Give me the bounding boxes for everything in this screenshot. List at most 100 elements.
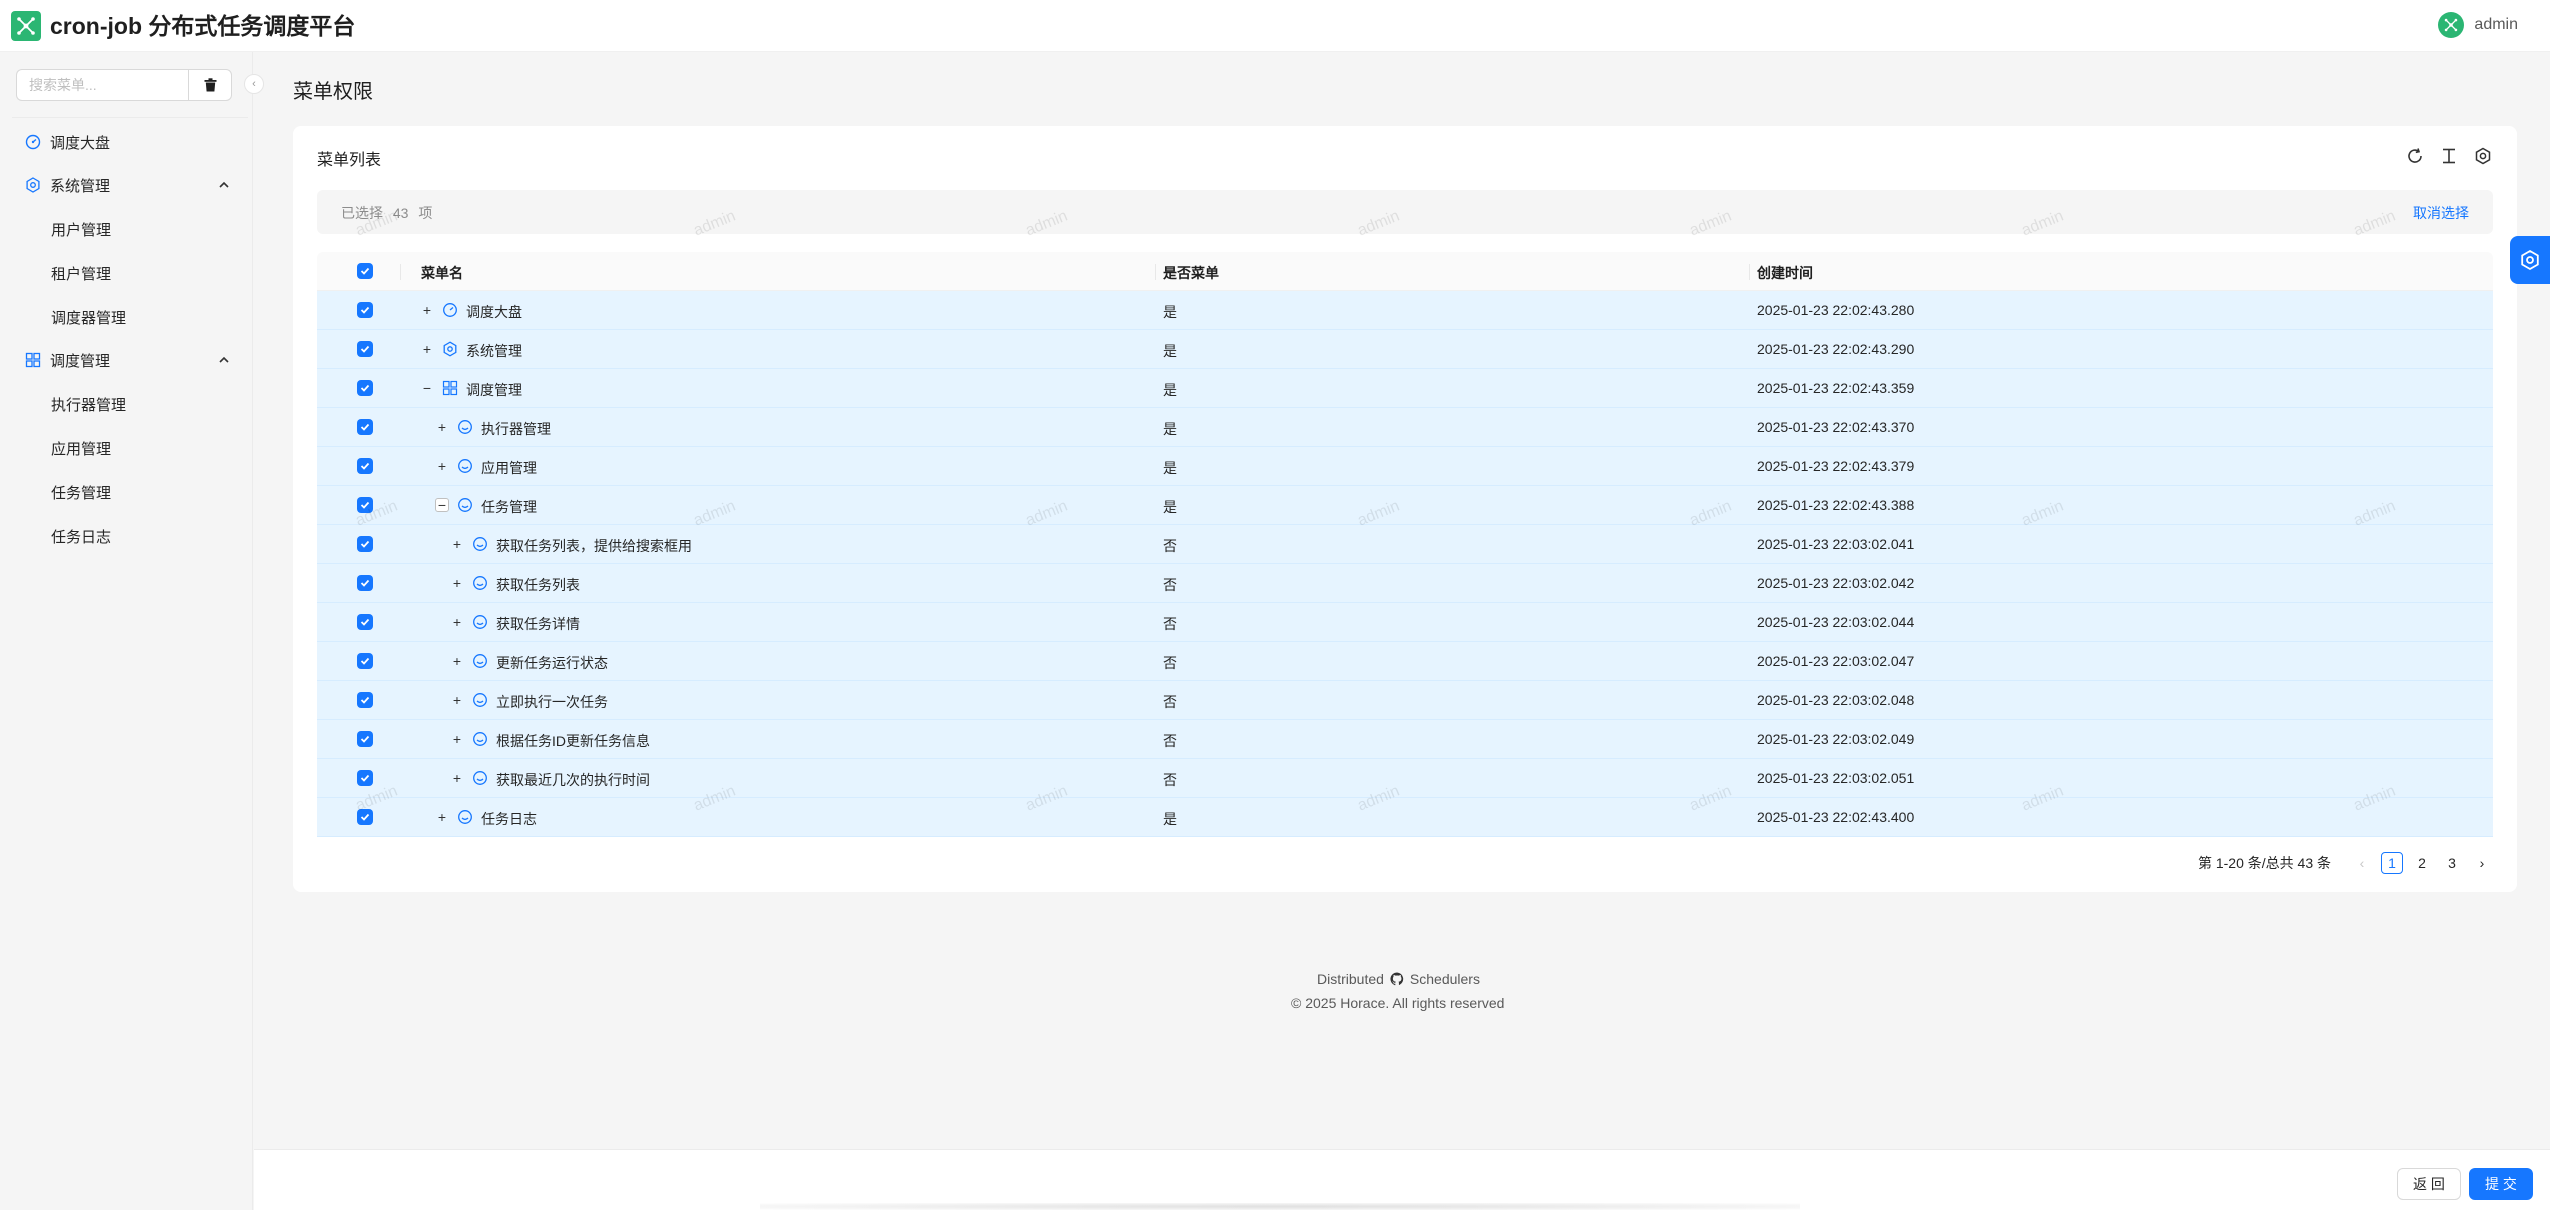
sidebar-item-executors[interactable]: 执行器管理 (10, 386, 242, 422)
column-separator (1749, 264, 1750, 280)
row-expand-button[interactable]: + (450, 537, 464, 551)
logo-icon (17, 17, 35, 35)
row-is-menu: 是 (1163, 811, 1177, 827)
sidebar-item-label: 任务管理 (51, 484, 112, 502)
table-row[interactable]: − 调度管理 是 2025-01-23 22:02:43.359 (317, 369, 2493, 408)
row-expand-button[interactable]: + (435, 459, 449, 473)
row-expand-button[interactable]: + (450, 693, 464, 707)
row-checkbox[interactable] (357, 302, 373, 318)
table-row[interactable]: + 任务日志 是 2025-01-23 22:02:43.400 (317, 798, 2493, 837)
sidebar-item-label: 执行器管理 (51, 396, 127, 414)
row-created-time: 2025-01-23 22:02:43.388 (1757, 497, 1915, 513)
back-button[interactable]: 返 回 (2397, 1168, 2461, 1200)
table-row[interactable]: + 执行器管理 是 2025-01-23 22:02:43.370 (317, 408, 2493, 447)
sidebar-item-schedulers[interactable]: 调度器管理 (10, 299, 242, 335)
row-checkbox[interactable] (357, 341, 373, 357)
row-expand-button[interactable]: + (450, 771, 464, 785)
row-checkbox[interactable] (357, 614, 373, 630)
table-row[interactable]: − 任务管理 是 2025-01-23 22:02:43.388 (317, 486, 2493, 525)
table-row[interactable]: + 立即执行一次任务 否 2025-01-23 22:03:02.048 (317, 681, 2493, 720)
reload-icon[interactable] (2405, 146, 2425, 166)
row-expand-button[interactable]: + (435, 810, 449, 824)
table-row[interactable]: + 调度大盘 是 2025-01-23 22:02:43.280 (317, 291, 2493, 330)
page-2-button[interactable]: 2 (2411, 852, 2433, 874)
row-created-time: 2025-01-23 22:03:02.041 (1757, 536, 1915, 552)
user-name[interactable]: admin (2474, 16, 2518, 34)
sidebar-collapse-button[interactable]: ‹ (244, 74, 264, 94)
table-row[interactable]: + 获取任务详情 否 2025-01-23 22:03:02.044 (317, 603, 2493, 642)
row-checkbox[interactable] (357, 692, 373, 708)
table-row[interactable]: + 根据任务ID更新任务信息 否 2025-01-23 22:03:02.049 (317, 720, 2493, 759)
user-menu[interactable]: admin (2438, 12, 2518, 38)
row-expand-button[interactable]: + (420, 303, 434, 317)
smile-icon (472, 614, 488, 630)
prev-page-button[interactable]: ‹ (2351, 852, 2373, 874)
grid-icon (24, 351, 42, 369)
row-checkbox[interactable] (357, 731, 373, 747)
cancel-selection-link[interactable]: 取消选择 (2413, 203, 2469, 223)
row-checkbox[interactable] (357, 536, 373, 552)
row-checkbox[interactable] (357, 419, 373, 435)
submit-button[interactable]: 提 交 (2469, 1168, 2533, 1200)
table-row[interactable]: + 获取任务列表 否 2025-01-23 22:03:02.042 (317, 564, 2493, 603)
footer-left[interactable]: Distributed (1317, 971, 1384, 987)
page-1-button[interactable]: 1 (2381, 852, 2403, 874)
row-expand-button[interactable]: + (420, 342, 434, 356)
row-is-menu: 否 (1163, 733, 1177, 749)
smile-icon (472, 770, 488, 786)
menu-search-input[interactable] (16, 69, 188, 101)
column-header-name[interactable]: 菜单名 (421, 263, 463, 283)
avatar[interactable] (2438, 12, 2465, 38)
settings-drawer-button[interactable] (2510, 236, 2550, 284)
row-checkbox[interactable] (357, 770, 373, 786)
row-expand-button[interactable]: + (450, 732, 464, 746)
copyright-text: 2025 Horace. All rights reserved (1305, 995, 1505, 1011)
table-row[interactable]: + 系统管理 是 2025-01-23 22:02:43.290 (317, 330, 2493, 369)
sidebar-item-task-logs[interactable]: 任务日志 (10, 518, 242, 554)
page-3-button[interactable]: 3 (2441, 852, 2463, 874)
row-is-menu: 是 (1163, 421, 1177, 437)
sidebar-item-tasks[interactable]: 任务管理 (10, 474, 242, 510)
row-checkbox[interactable] (357, 809, 373, 825)
row-menu-name: 应用管理 (481, 460, 537, 476)
row-checkbox[interactable] (357, 497, 373, 513)
row-checkbox[interactable] (357, 380, 373, 396)
app-logo[interactable] (11, 11, 41, 41)
table-row[interactable]: + 应用管理 是 2025-01-23 22:02:43.379 (317, 447, 2493, 486)
select-all-checkbox[interactable] (357, 263, 373, 279)
row-expand-button[interactable]: + (435, 420, 449, 434)
column-height-icon[interactable] (2439, 146, 2459, 166)
sidebar-item-tenants[interactable]: 租户管理 (10, 255, 242, 291)
sidebar-item-scheduling[interactable]: 调度管理 (10, 342, 242, 378)
column-header-created[interactable]: 创建时间 (1757, 263, 1813, 283)
app-title[interactable]: cron-job 分布式任务调度平台 (50, 10, 355, 42)
row-expand-button[interactable]: + (450, 576, 464, 590)
sidebar-item-apps[interactable]: 应用管理 (10, 430, 242, 466)
row-expand-button[interactable]: + (450, 654, 464, 668)
row-checkbox[interactable] (357, 458, 373, 474)
github-icon (1390, 972, 1404, 986)
table-row[interactable]: + 获取最近几次的执行时间 否 2025-01-23 22:03:02.051 (317, 759, 2493, 798)
card-title: 菜单列表 (317, 152, 382, 169)
next-page-button[interactable]: › (2471, 852, 2493, 874)
row-created-time: 2025-01-23 22:02:43.359 (1757, 380, 1915, 396)
chevron-up-icon[interactable] (216, 352, 232, 368)
clear-search-button[interactable] (188, 69, 232, 101)
table-row[interactable]: + 获取任务列表，提供给搜索框用 否 2025-01-23 22:03:02.041 (317, 525, 2493, 564)
sidebar-item-system[interactable]: 系统管理 (10, 167, 242, 203)
row-checkbox[interactable] (357, 575, 373, 591)
row-expand-button[interactable]: + (450, 615, 464, 629)
footer-right[interactable]: Schedulers (1410, 971, 1480, 987)
row-expand-button[interactable]: − (435, 498, 449, 512)
setting-icon[interactable] (2473, 146, 2493, 166)
sidebar-divider (12, 117, 248, 118)
chevron-up-icon[interactable] (216, 177, 232, 193)
sidebar-item-dashboard[interactable]: 调度大盘 (10, 124, 242, 160)
row-is-menu: 是 (1163, 304, 1177, 320)
column-header-is-menu[interactable]: 是否菜单 (1163, 263, 1219, 283)
row-created-time: 2025-01-23 22:03:02.048 (1757, 692, 1915, 708)
row-checkbox[interactable] (357, 653, 373, 669)
row-expand-button[interactable]: − (420, 381, 434, 395)
table-row[interactable]: + 更新任务运行状态 否 2025-01-23 22:03:02.047 (317, 642, 2493, 681)
sidebar-item-users[interactable]: 用户管理 (10, 211, 242, 247)
